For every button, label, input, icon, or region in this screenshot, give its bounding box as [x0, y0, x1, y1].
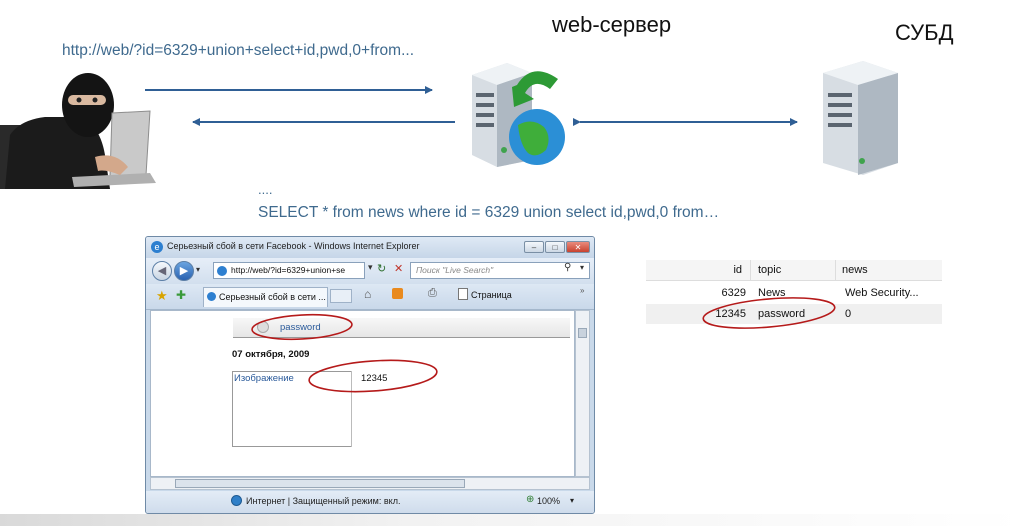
horizontal-scrollbar[interactable]: [150, 477, 590, 490]
tab-label: Серьезный сбой в сети ...: [219, 292, 326, 302]
column-divider: [835, 260, 836, 280]
heading-icon: [257, 321, 269, 333]
dbms-server-icon: [823, 61, 898, 175]
table-cell: 0: [845, 308, 852, 320]
browser-title: Серьезный сбой в сети Facebook - Windows…: [167, 241, 420, 251]
address-bar[interactable]: http://web/?id=6329+union+se: [213, 262, 365, 279]
forward-button[interactable]: ▶: [174, 261, 194, 281]
page-menu[interactable]: Страница: [471, 290, 512, 300]
address-text: http://web/?id=6329+union+se: [231, 265, 346, 275]
tab-bar: ★ ✚ Серьезный сбой в сети ... ⌂ ⎙ Страни…: [146, 284, 594, 310]
page-date: 07 октября, 2009: [232, 349, 310, 360]
page-icon: [217, 266, 227, 276]
browser-window: e Серьезный сбой в сети Facebook - Windo…: [145, 236, 595, 514]
vertical-scrollbar[interactable]: [575, 310, 590, 477]
search-icon[interactable]: ⚲: [564, 262, 571, 273]
column-header: id: [733, 264, 742, 276]
zoom-level[interactable]: 100%: [537, 496, 560, 506]
ie-logo-icon: e: [151, 241, 163, 253]
history-dropdown-icon[interactable]: ▾: [196, 265, 200, 274]
minimize-button[interactable]: –: [524, 241, 544, 253]
status-text: Интернет | Защищенный режим: вкл.: [246, 496, 401, 506]
hacker-image: [0, 73, 156, 189]
image-link[interactable]: Изображение: [234, 373, 294, 384]
web-server-icon: [472, 63, 565, 167]
column-header: topic: [758, 264, 782, 276]
table-cell: 6329: [721, 287, 746, 299]
favorites-star-icon[interactable]: ★: [156, 288, 168, 304]
browser-titlebar: e Серьезный сбой в сети Facebook - Windo…: [146, 237, 594, 258]
maximize-button[interactable]: □: [545, 241, 565, 253]
tab-ie-icon: [207, 292, 216, 301]
leaked-value: 12345: [361, 373, 388, 384]
table-cell: 12345: [715, 308, 746, 320]
column-header: news: [842, 264, 868, 276]
zoom-dropdown-icon[interactable]: ▾: [570, 496, 574, 505]
table-row: 12345 password 0: [646, 304, 942, 324]
stop-icon[interactable]: ✕: [394, 262, 403, 275]
globe-icon: [231, 495, 242, 506]
table-cell: News: [758, 287, 786, 299]
refresh-icon[interactable]: ↻: [377, 262, 386, 275]
print-icon[interactable]: ⎙: [428, 287, 437, 300]
tab-current[interactable]: Серьезный сбой в сети ...: [203, 287, 328, 307]
page-content: password 07 октября, 2009 Изображение 12…: [150, 310, 575, 477]
address-dropdown-icon[interactable]: ▾: [368, 262, 373, 273]
column-divider: [750, 260, 751, 280]
feeds-icon[interactable]: [392, 288, 403, 299]
back-button[interactable]: ◀: [152, 261, 172, 281]
close-button[interactable]: ✕: [566, 241, 590, 253]
new-tab-button[interactable]: [330, 289, 352, 303]
scroll-thumb[interactable]: [578, 328, 587, 338]
navigation-bar: ◀ ▶ ▾ http://web/?id=6329+union+se ▾ ↻ ✕…: [146, 258, 594, 284]
add-favorites-icon[interactable]: ✚: [176, 288, 186, 302]
db-result-table: id topic news 6329 News Web Security... …: [646, 258, 942, 324]
bottom-shadow: [0, 514, 1024, 526]
zoom-icon: ⊕: [526, 494, 535, 505]
table-cell: Web Security...: [845, 287, 919, 299]
search-dropdown-icon[interactable]: ▾: [580, 263, 584, 272]
image-divider: [351, 371, 352, 447]
page-menu-icon: [458, 288, 468, 300]
search-input[interactable]: Поиск "Live Search": [410, 262, 590, 279]
more-icon[interactable]: »: [580, 286, 584, 295]
table-cell: password: [758, 308, 806, 320]
page-heading[interactable]: password: [280, 322, 321, 333]
table-header-row: id topic news: [646, 260, 942, 281]
home-icon[interactable]: ⌂: [364, 287, 371, 301]
hscroll-thumb[interactable]: [175, 479, 465, 488]
status-bar: Интернет | Защищенный режим: вкл. ⊕ 100%…: [146, 491, 594, 513]
table-row: 6329 News Web Security...: [646, 283, 942, 303]
